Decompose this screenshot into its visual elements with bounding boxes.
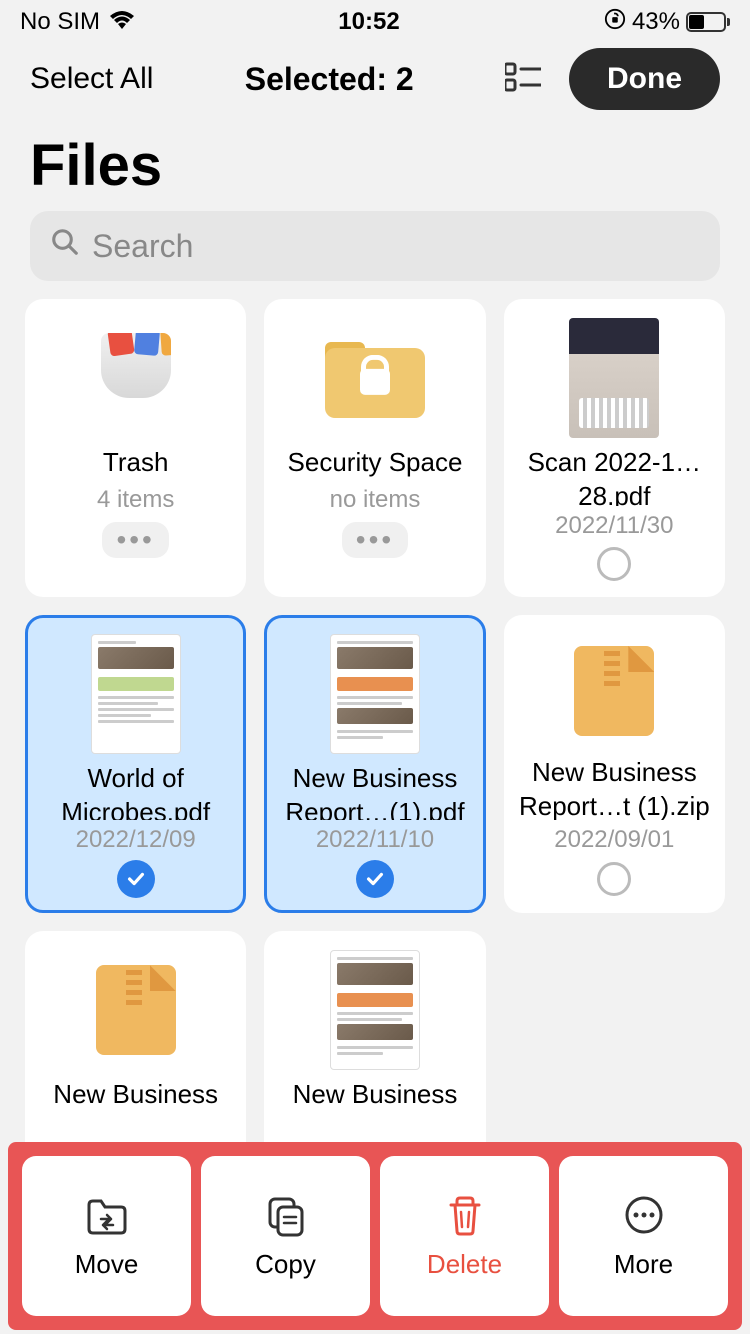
selected-count: Selected: 2: [245, 61, 414, 98]
photo-thumb-icon: [569, 318, 659, 438]
more-dots-icon[interactable]: •••: [342, 522, 408, 558]
more-button[interactable]: More: [559, 1156, 728, 1316]
select-circle-checked[interactable]: [356, 860, 394, 898]
move-button[interactable]: Move: [22, 1156, 191, 1316]
search-bar[interactable]: [30, 211, 720, 281]
folder-lock-icon: [325, 338, 425, 418]
card-new-business-zip[interactable]: New Business Report…t (1).zip 2022/09/01: [504, 615, 725, 913]
battery-icon: [686, 12, 730, 32]
delete-button[interactable]: Delete: [380, 1156, 549, 1316]
more-label: More: [614, 1249, 673, 1280]
card-title: World of Microbes.pdf: [36, 762, 235, 820]
status-bar: No SIM 10:52 43%: [0, 0, 750, 44]
select-circle-checked[interactable]: [117, 860, 155, 898]
zip-icon: [574, 646, 654, 736]
card-title: New Business Report…(1).pdf: [275, 762, 474, 820]
doc-thumb-icon: [330, 634, 420, 754]
clock: 10:52: [338, 8, 399, 36]
more-dots-icon[interactable]: •••: [102, 522, 168, 558]
delete-label: Delete: [427, 1249, 502, 1280]
card-title: New Business Report…t (1).zip: [515, 756, 714, 820]
search-input[interactable]: [92, 228, 700, 265]
bottom-action-highlight: Move Copy Delete More: [8, 1142, 742, 1330]
card-title: New Business: [293, 1078, 458, 1112]
card-title: Trash: [103, 446, 169, 480]
select-circle-empty[interactable]: [597, 862, 631, 896]
file-grid: Trash 4 items ••• Security Space no item…: [0, 299, 750, 1229]
more-icon: [622, 1193, 666, 1237]
card-subtitle: 2022/11/10: [316, 826, 434, 854]
card-subtitle: no items: [330, 486, 421, 514]
card-subtitle: 2022/11/30: [555, 512, 673, 540]
card-title: Security Space: [288, 446, 463, 480]
wifi-icon: [110, 8, 134, 36]
doc-thumb-icon: [330, 950, 420, 1070]
select-all-button[interactable]: Select All: [30, 62, 153, 96]
list-view-icon[interactable]: [505, 62, 541, 97]
folder-move-icon: [85, 1193, 129, 1237]
card-new-business-pdf[interactable]: New Business Report…(1).pdf 2022/11/10: [264, 615, 485, 913]
card-trash[interactable]: Trash 4 items •••: [25, 299, 246, 597]
copy-icon: [264, 1193, 308, 1237]
copy-button[interactable]: Copy: [201, 1156, 370, 1316]
done-button[interactable]: Done: [569, 48, 720, 110]
selection-toolbar: Select All Selected: 2 Done: [0, 44, 750, 114]
page-title: Files: [30, 132, 720, 199]
card-world-microbes[interactable]: World of Microbes.pdf 2022/12/09: [25, 615, 246, 913]
carrier-label: No SIM: [20, 8, 100, 36]
select-circle-empty[interactable]: [597, 547, 631, 581]
trash-icon: [96, 333, 176, 423]
card-security-space[interactable]: Security Space no items •••: [264, 299, 485, 597]
card-title: Scan 2022-1…28.pdf: [515, 446, 714, 506]
card-title: New Business: [53, 1078, 218, 1112]
card-subtitle: 4 items: [97, 486, 174, 514]
zip-icon: [96, 965, 176, 1055]
card-scan-pdf[interactable]: Scan 2022-1…28.pdf 2022/11/30: [504, 299, 725, 597]
lock-rotation-icon: [604, 8, 626, 37]
search-icon: [50, 227, 80, 265]
copy-label: Copy: [255, 1249, 316, 1280]
delete-icon: [443, 1193, 487, 1237]
doc-thumb-icon: [91, 634, 181, 754]
move-label: Move: [75, 1249, 139, 1280]
battery-pct: 43%: [632, 8, 680, 36]
card-subtitle: 2022/12/09: [76, 826, 196, 854]
card-subtitle: 2022/09/01: [554, 826, 674, 854]
